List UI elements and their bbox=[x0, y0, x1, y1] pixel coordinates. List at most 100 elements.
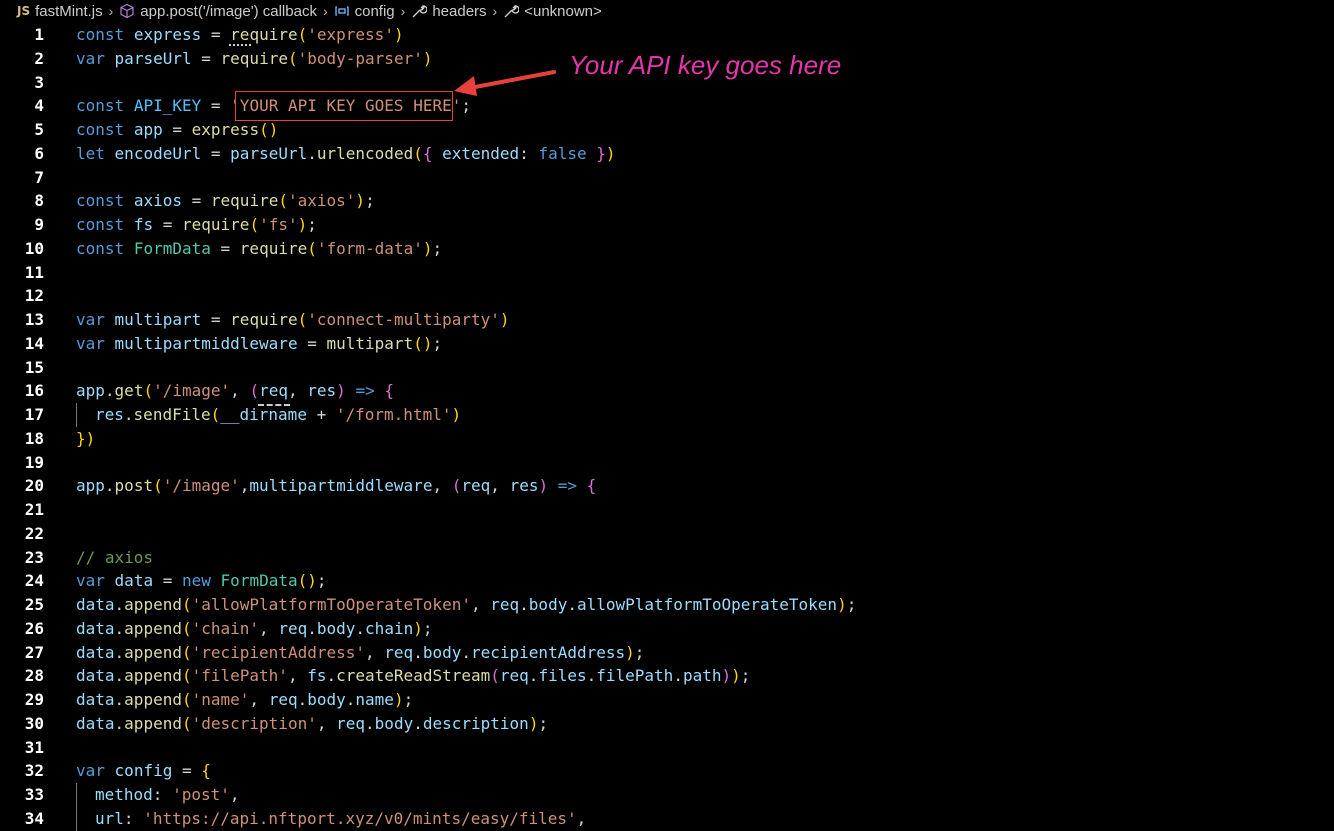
code-line[interactable]: 25 data.append('allowPlatformToOperateTok… bbox=[0, 593, 1334, 617]
arrow-icon bbox=[454, 70, 556, 96]
line-number: 34 bbox=[24, 808, 44, 828]
code-line[interactable]: 26 data.append('chain', req.body.chain); bbox=[0, 617, 1334, 641]
line-number: 30 bbox=[24, 713, 44, 733]
code-line[interactable]: 7 bbox=[0, 166, 1334, 190]
breadcrumb-unknown[interactable]: <unknown> bbox=[503, 3, 602, 20]
code-text: data.append('name', req.body.name); bbox=[76, 690, 414, 709]
js-file-icon: JS bbox=[17, 4, 31, 18]
line-number: 18 bbox=[24, 428, 44, 448]
line-number: 5 bbox=[34, 120, 44, 139]
code-line[interactable]: 23 // axios bbox=[0, 546, 1334, 570]
code-line[interactable]: 17 res.sendFile(__dirname + '/form.html') bbox=[0, 403, 1334, 427]
api-key-annotation: Your API key goes here bbox=[569, 50, 842, 80]
line-number: 1 bbox=[34, 25, 44, 44]
code-line[interactable]: 8 const axios = require('axios'); bbox=[0, 189, 1334, 213]
code-line[interactable]: 18}) bbox=[0, 427, 1334, 451]
breadcrumb-callback[interactable]: app.post('/image') callback bbox=[119, 3, 317, 20]
breadcrumb-file[interactable]: fastMint.js bbox=[35, 3, 103, 20]
code-line[interactable]: 20 app.post('/image',multipartmiddleware,… bbox=[0, 474, 1334, 498]
code-line[interactable]: 30 data.append('description', req.body.de… bbox=[0, 712, 1334, 736]
breadcrumb: JS fastMint.js › app.post('/image') call… bbox=[0, 0, 1334, 22]
code-line[interactable]: 24 var data = new FormData(); bbox=[0, 569, 1334, 593]
code-line[interactable]: 34 url: 'https://api.nftport.xyz/v0/mints… bbox=[0, 806, 1334, 831]
code-line[interactable]: 10 const FormData = require('form-data'); bbox=[0, 237, 1334, 261]
breadcrumb-headers-label: headers bbox=[432, 2, 487, 20]
code-text: var data = new FormData(); bbox=[76, 571, 327, 591]
code-line[interactable]: 22 bbox=[0, 522, 1334, 546]
code-text: const FormData = require('form-data'); bbox=[76, 238, 443, 258]
code-text: const fs = require('fs'); bbox=[76, 215, 317, 234]
code-text: app.post('/image',multipartmiddleware, (… bbox=[76, 476, 597, 496]
code-text: data.append('chain', req.body.chain); bbox=[76, 618, 433, 638]
line-number: 16 bbox=[24, 381, 44, 401]
line-number: 3 bbox=[34, 72, 44, 92]
line-number: 25 bbox=[24, 595, 44, 614]
code-line[interactable]: 19 bbox=[0, 451, 1334, 475]
chevron-right-icon: › bbox=[400, 3, 406, 19]
code-line[interactable]: 15 bbox=[0, 356, 1334, 380]
code-line[interactable]: 13 var multipart = require('connect-multi… bbox=[0, 308, 1334, 332]
wrench-icon bbox=[412, 5, 428, 18]
line-number: 31 bbox=[24, 737, 44, 757]
spell-hint-underline bbox=[229, 44, 251, 46]
code-line[interactable]: 12 bbox=[0, 284, 1334, 308]
line-number: 9 bbox=[34, 215, 44, 234]
line-number: 13 bbox=[24, 310, 44, 329]
code-text: var config = { bbox=[76, 761, 211, 781]
code-text: var multipartmiddleware = multipart(); bbox=[76, 333, 443, 353]
code-editor[interactable]: 1 const express = require('express') 2 var … bbox=[0, 23, 1334, 831]
breadcrumb-unknown-label: <unknown> bbox=[524, 2, 602, 20]
line-number: 2 bbox=[34, 48, 44, 68]
line-number: 33 bbox=[24, 785, 44, 804]
code-line[interactable]: 31 bbox=[0, 736, 1334, 760]
code-line[interactable]: 4 const API_KEY = 'YOUR API KEY GOES HERE… bbox=[0, 94, 1334, 118]
line-number: 8 bbox=[34, 191, 44, 211]
line-number: 32 bbox=[24, 761, 44, 781]
line-number: 23 bbox=[24, 547, 44, 567]
line-number: 26 bbox=[24, 618, 44, 638]
line-number: 11 bbox=[24, 262, 44, 282]
code-text: method: 'post', bbox=[95, 785, 240, 804]
code-text: const app = express() bbox=[76, 120, 279, 139]
chevron-right-icon: › bbox=[108, 3, 114, 19]
cube-icon bbox=[120, 3, 134, 19]
line-number: 12 bbox=[24, 286, 44, 306]
api-key-highlight-box bbox=[235, 91, 453, 121]
code-text: var parseUrl = require('body-parser') bbox=[76, 48, 433, 68]
code-line[interactable]: 29 data.append('name', req.body.name); bbox=[0, 688, 1334, 712]
line-number: 28 bbox=[24, 666, 44, 686]
code-line[interactable]: 14 var multipartmiddleware = multipart(); bbox=[0, 332, 1334, 356]
line-number: 17 bbox=[24, 405, 44, 424]
code-line[interactable]: 9 const fs = require('fs'); bbox=[0, 213, 1334, 237]
breadcrumb-config[interactable]: config bbox=[334, 3, 395, 20]
breadcrumb-config-label: config bbox=[354, 2, 395, 20]
code-line[interactable]: 1 const express = require('express') bbox=[0, 23, 1334, 47]
code-text: }) bbox=[76, 428, 96, 448]
code-text: data.append('allowPlatformToOperateToken… bbox=[76, 595, 857, 614]
breadcrumb-callback-label: app.post('/image') callback bbox=[140, 2, 317, 20]
code-line[interactable]: 32 var config = { bbox=[0, 759, 1334, 783]
code-line[interactable]: 28 data.append('filePath', fs.createReadS… bbox=[0, 664, 1334, 688]
chevron-right-icon: › bbox=[492, 3, 498, 19]
code-line[interactable]: 27 data.append('recipientAddress', req.bo… bbox=[0, 641, 1334, 665]
line-number: 4 bbox=[34, 96, 44, 116]
line-number: 14 bbox=[24, 333, 44, 353]
code-line[interactable]: 11 bbox=[0, 261, 1334, 285]
chevron-right-icon: › bbox=[322, 3, 328, 19]
code-text: data.append('description', req.body.desc… bbox=[76, 713, 549, 733]
code-text: app.get('/image', (req, res) => { bbox=[76, 381, 394, 401]
code-line[interactable]: 16 app.get('/image', (req, res) => { bbox=[0, 379, 1334, 403]
code-line[interactable]: 5 const app = express() bbox=[0, 118, 1334, 142]
line-number: 10 bbox=[24, 238, 44, 258]
code-text: const axios = require('axios'); bbox=[76, 191, 375, 211]
line-number: 7 bbox=[34, 167, 44, 187]
line-number: 15 bbox=[24, 357, 44, 377]
code-line[interactable]: 33 method: 'post', bbox=[0, 783, 1334, 807]
code-line[interactable]: 21 bbox=[0, 498, 1334, 522]
breadcrumb-headers[interactable]: headers bbox=[411, 2, 487, 20]
line-number: 22 bbox=[24, 523, 44, 543]
code-line[interactable]: 6 let encodeUrl = parseUrl.urlencoded({ e… bbox=[0, 142, 1334, 166]
line-number: 24 bbox=[24, 571, 44, 591]
code-text: data.append('filePath', fs.createReadStr… bbox=[76, 666, 751, 686]
code-text: url: 'https://api.nftport.xyz/v0/mints/e… bbox=[95, 808, 587, 828]
